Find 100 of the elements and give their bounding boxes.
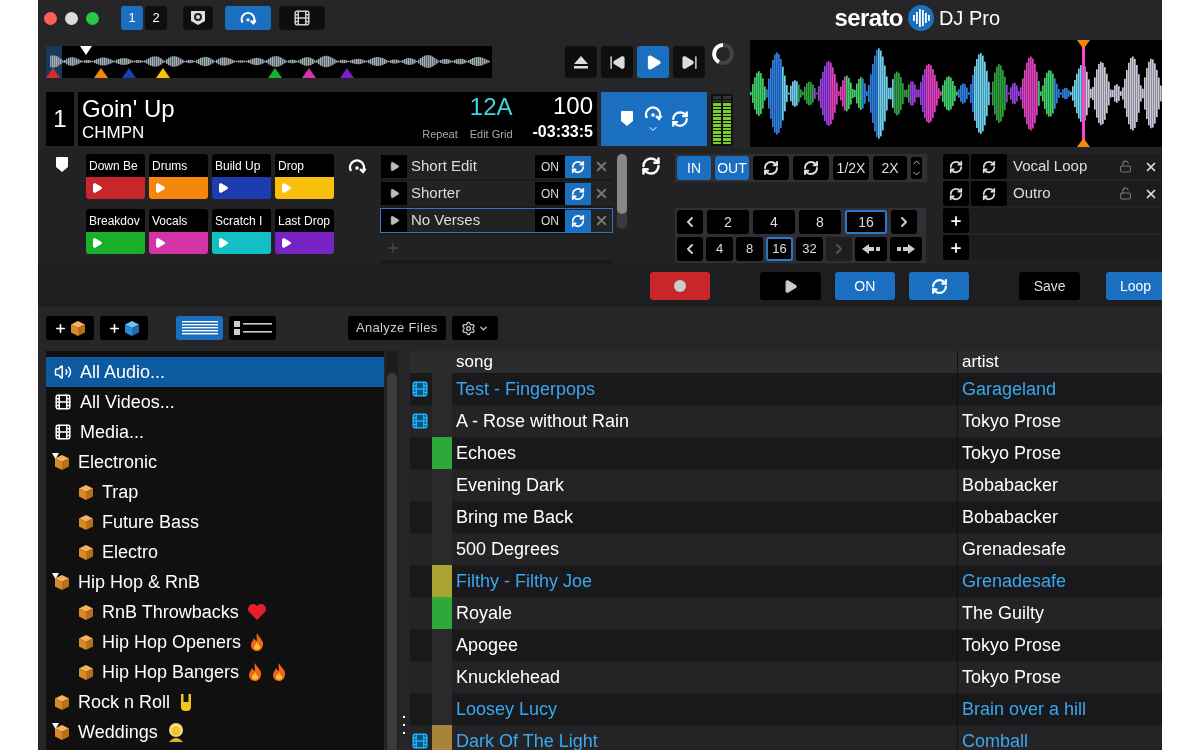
settings-button[interactable] (451, 316, 498, 340)
sidebar-item[interactable]: Rock n Roll (46, 687, 384, 717)
loop-on-toggle[interactable]: ON (535, 182, 565, 205)
eject-button[interactable] (565, 46, 597, 78)
sidebar-item[interactable]: RnB Throwbacks (46, 597, 384, 627)
loop-row[interactable]: Shorter ON (380, 181, 613, 206)
cue-pad-button[interactable] (275, 232, 334, 254)
cue-pad-label: Drop (275, 154, 334, 178)
action-button[interactable]: Save (1019, 272, 1080, 300)
previous-size-button[interactable] (677, 210, 703, 234)
loop-on-toggle[interactable]: ON (535, 209, 565, 232)
loop-row[interactable]: Short Edit ON (380, 154, 613, 179)
color-tag (432, 533, 452, 565)
sidebar-item[interactable]: Electro (46, 537, 384, 567)
track-row[interactable]: Evening Dark Bobabacker (410, 469, 1162, 501)
loop-repeat-button[interactable] (565, 182, 591, 205)
add-smart-crate-button[interactable] (100, 316, 148, 340)
action-button[interactable]: Loop (1106, 272, 1162, 300)
add-crate-button[interactable] (46, 316, 94, 340)
loop-on-toggle[interactable]: ON (535, 155, 565, 178)
beat-jump-size-button[interactable]: 4 (706, 237, 733, 261)
panel-toggle-button[interactable] (279, 6, 325, 30)
sync-icon (641, 156, 661, 176)
deck-tab[interactable]: 2 (145, 6, 167, 30)
beat-jump-size-button[interactable]: 16 (766, 237, 793, 261)
previous-button[interactable] (601, 46, 633, 78)
sidebar-item[interactable]: All Audio... (46, 357, 384, 387)
view-toggle-button[interactable] (229, 316, 276, 340)
expand-triangle-icon (52, 573, 59, 580)
reloop-button[interactable] (943, 154, 969, 179)
film-icon (411, 412, 429, 430)
loop-size-button[interactable]: 2 (707, 210, 749, 234)
arrow-left-icon (861, 243, 881, 255)
track-row[interactable]: Dark Of The Light Comball (410, 725, 1162, 750)
halve-loop-button[interactable]: 1/2X (833, 156, 869, 180)
reloop-button[interactable] (943, 181, 969, 206)
loop-toggle-button[interactable] (971, 181, 1007, 206)
sidebar-item[interactable]: Trap (46, 477, 384, 507)
logo-product: DJ Pro (938, 6, 1000, 31)
track-row[interactable]: Knucklehead Tokyo Prose (410, 661, 1162, 693)
panel-toggle-button[interactable] (183, 6, 213, 30)
reloop-button[interactable] (753, 156, 789, 180)
loop-repeat-button[interactable] (565, 209, 591, 232)
deck-tab[interactable]: 1 (121, 6, 143, 30)
track-row[interactable]: 500 Degrees Grenadesafe (410, 533, 1162, 565)
sidebar-item[interactable]: Weddings (46, 717, 384, 747)
loop-out-button[interactable]: OUT (715, 156, 749, 180)
stepper-control[interactable] (911, 157, 922, 179)
play-icon (280, 237, 292, 250)
beat-jump-size-button[interactable]: 8 (736, 237, 763, 261)
loop-size-button[interactable]: 4 (753, 210, 795, 234)
skip-forward-icon (680, 53, 698, 71)
plus-icon (108, 321, 121, 335)
loop-repeat-button[interactable] (565, 155, 591, 178)
cue-pad-button[interactable] (149, 232, 208, 254)
next-size-button[interactable] (891, 210, 917, 234)
close-button[interactable] (44, 11, 57, 25)
panel-toggle-button[interactable] (225, 6, 271, 30)
beat-jump-size-button[interactable]: 32 (796, 237, 823, 261)
loop-size-button[interactable]: 16 (845, 210, 887, 234)
jump-forward-button[interactable] (890, 237, 922, 261)
cue-pad-button[interactable] (86, 177, 145, 199)
logo-icon (906, 4, 935, 32)
track-row[interactable]: Royale The Guilty (410, 597, 1162, 629)
cue-pad-label: Last Drop (275, 209, 334, 233)
analyze-files-button[interactable]: Analyze Files (348, 316, 446, 340)
view-toggle-button[interactable] (176, 316, 223, 340)
action-button[interactable]: ON (834, 272, 896, 300)
loop-in-button[interactable]: IN (677, 156, 711, 180)
zoom-button[interactable] (86, 11, 99, 25)
sidebar-item[interactable]: Media... (46, 417, 384, 447)
jump-back-button[interactable] (855, 237, 887, 261)
sidebar-item[interactable]: All Videos... (46, 387, 384, 417)
sidebar-item[interactable]: Hip Hop Bangers (46, 657, 384, 687)
loop-toggle-button[interactable] (971, 154, 1007, 179)
sidebar-item[interactable]: Future Bass (46, 507, 384, 537)
loop-name: Short Edit (410, 156, 478, 177)
loop-button[interactable] (909, 272, 970, 300)
column-header[interactable]: song (452, 351, 957, 373)
list-icon (180, 321, 219, 335)
sidebar-item[interactable]: Hip Hop Openers (46, 627, 384, 657)
loop-name: Shorter (410, 183, 462, 204)
record-button[interactable] (650, 272, 711, 300)
minimize-button[interactable] (65, 11, 78, 25)
track-row[interactable]: A - Rose without Rain Tokyo Prose (410, 405, 1162, 437)
film-icon (411, 732, 429, 750)
loop-size-button[interactable]: 8 (799, 210, 841, 234)
resize-handle[interactable] (403, 716, 405, 734)
loop-row[interactable]: No Verses ON (380, 208, 613, 233)
cue-pad-button[interactable] (212, 177, 271, 199)
close-icon (594, 159, 609, 174)
double-loop-button[interactable]: 2X (873, 156, 907, 180)
sidebar-item[interactable]: Hip Hop & RnB (46, 567, 384, 597)
next-button[interactable] (673, 46, 705, 78)
sidebar-item[interactable]: Electronic (46, 447, 384, 477)
previous-jump-button[interactable] (677, 237, 703, 261)
crate-icon (78, 663, 94, 681)
play-button[interactable] (760, 272, 821, 300)
color-tag (432, 405, 452, 437)
loop-toggle-button[interactable] (793, 156, 829, 180)
